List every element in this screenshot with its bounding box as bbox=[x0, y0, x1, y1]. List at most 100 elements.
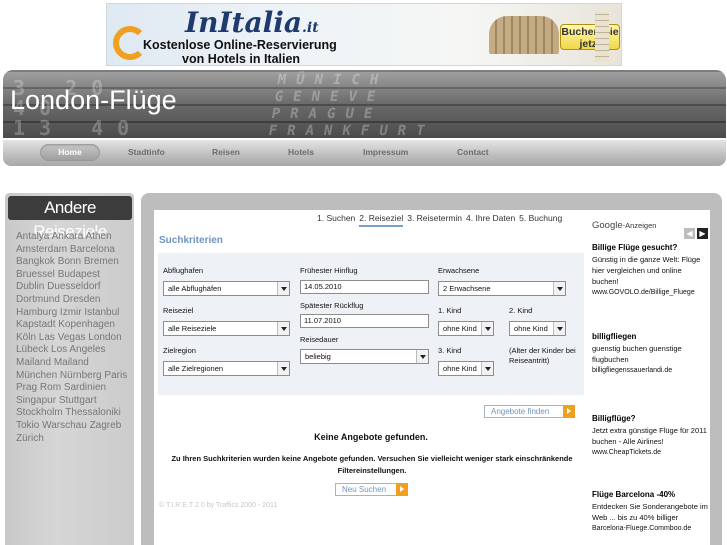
zielregion-select[interactable]: alle Zielregionen bbox=[163, 361, 290, 376]
ads-pager: ◀ ▶ bbox=[682, 221, 708, 240]
angebote-finden-button[interactable]: Angebote finden bbox=[484, 405, 575, 418]
kind1-label: 1. Kind bbox=[438, 306, 462, 315]
link-sardinien[interactable]: Sardinien bbox=[64, 382, 106, 393]
google-ads-column: Google-Anzeigen ◀ ▶ Billige Flüge gesucht… bbox=[588, 210, 710, 545]
link-zagreb[interactable]: Zagreb bbox=[90, 420, 122, 431]
link-athen[interactable]: Athen bbox=[86, 231, 112, 242]
link-amsterdam[interactable]: Amsterdam bbox=[16, 244, 67, 255]
link-thessaloniki[interactable]: Thessaloniki bbox=[65, 407, 121, 418]
step-reiseziel[interactable]: 2. Reiseziel bbox=[359, 213, 404, 227]
kind2-select[interactable]: ohne Kind bbox=[509, 321, 566, 336]
link-antalya[interactable]: Antalya bbox=[16, 231, 49, 242]
link-las-vegas[interactable]: Las Vegas bbox=[39, 332, 86, 343]
link-kopenhagen[interactable]: Kopenhagen bbox=[58, 319, 115, 330]
site-title: London-Flüge bbox=[10, 85, 177, 115]
link-duesseldorf[interactable]: Duesseldorf bbox=[47, 281, 100, 292]
link-zuerich[interactable]: Zürich bbox=[16, 433, 44, 444]
next-arrow-icon[interactable]: ▶ bbox=[697, 228, 708, 239]
banner-book-button[interactable]: Buchen Sie jetzt bbox=[560, 24, 620, 50]
link-mailand[interactable]: Mailand bbox=[16, 357, 51, 368]
neu-suchen-button[interactable]: Neu Suchen bbox=[335, 483, 408, 496]
ad-title[interactable]: Flüge Barcelona -40% bbox=[592, 490, 708, 499]
ad-text: Jetzt extra günstige Flüge für 2011 buch… bbox=[592, 426, 707, 446]
sidebar: Andere Reiseziele Antalya Ankara Athen A… bbox=[5, 193, 134, 545]
erwachsene-label: Erwachsene bbox=[438, 266, 480, 275]
link-izmir[interactable]: Izmir bbox=[60, 307, 82, 318]
ad-item[interactable]: billigfliegen guenstig buchen guenstige … bbox=[592, 332, 708, 376]
ad-title[interactable]: Billigflüge? bbox=[592, 414, 708, 423]
hinflug-date-field[interactable]: 14.05.2010 bbox=[300, 280, 429, 294]
reiseziel-label: Reiseziel bbox=[163, 306, 194, 315]
reiseziel-select[interactable]: alle Reiseziele bbox=[163, 321, 290, 336]
link-koeln[interactable]: Köln bbox=[16, 332, 36, 343]
link-bruessel[interactable]: Bruessel bbox=[16, 269, 55, 280]
chevron-down-icon bbox=[553, 282, 565, 295]
arrow-icon bbox=[113, 26, 147, 60]
rueckflug-date-field[interactable]: 11.07.2010 bbox=[300, 314, 429, 328]
link-warschau[interactable]: Warschau bbox=[42, 420, 87, 431]
zielregion-label: Zielregion bbox=[163, 346, 196, 355]
hinflug-label: Frühester Hinflug bbox=[300, 266, 358, 275]
step-suchen[interactable]: 1. Suchen bbox=[317, 213, 355, 225]
link-stuttgart[interactable]: Stuttgart bbox=[59, 395, 97, 406]
chevron-down-icon bbox=[277, 282, 289, 295]
link-mailand-2[interactable]: Mailand bbox=[54, 357, 89, 368]
erwachsene-select[interactable]: 2 Erwachsene bbox=[438, 281, 566, 296]
link-dresden[interactable]: Dresden bbox=[63, 294, 101, 305]
main-frame: 1. Suchen 2. Reiseziel 3. Reisetermin 4. Ih… bbox=[141, 193, 722, 545]
ad-item[interactable]: Billige Flüge gesucht? Günstig in die ga… bbox=[592, 243, 708, 298]
link-los-angeles[interactable]: Los Angeles bbox=[51, 344, 106, 355]
ad-text: Günstig in die ganze Welt: Flüge hier ve… bbox=[592, 255, 701, 286]
link-bonn[interactable]: Bonn bbox=[58, 256, 81, 267]
reisedauer-select[interactable]: beliebig bbox=[300, 349, 429, 364]
link-muenchen[interactable]: München bbox=[16, 370, 57, 381]
search-criteria-title: Suchkriterien bbox=[159, 235, 223, 246]
nav-reisen[interactable]: Reisen bbox=[212, 147, 240, 157]
kind3-label: 3. Kind bbox=[438, 346, 462, 355]
step-buchung[interactable]: 5. Buchung bbox=[519, 213, 562, 225]
link-tokio[interactable]: Tokio bbox=[16, 420, 39, 431]
link-kapstadt[interactable]: Kapstadt bbox=[16, 319, 55, 330]
nav-impressum[interactable]: Impressum bbox=[363, 147, 408, 157]
link-singapur[interactable]: Singapur bbox=[16, 395, 56, 406]
ad-title[interactable]: Billige Flüge gesucht? bbox=[592, 243, 708, 252]
kind1-select[interactable]: ohne Kind bbox=[438, 321, 494, 336]
link-prag[interactable]: Prag bbox=[16, 382, 37, 393]
no-results-hint: Zu Ihren Suchkriterien wurden keine Ange… bbox=[171, 454, 573, 475]
link-ankara[interactable]: Ankara bbox=[52, 231, 84, 242]
prev-arrow-icon[interactable]: ◀ bbox=[684, 228, 695, 239]
italy-hotels-banner-ad[interactable]: InItalia.it Kostenlose Online-Reservieru… bbox=[106, 3, 622, 66]
link-dublin[interactable]: Dublin bbox=[16, 281, 44, 292]
chevron-down-icon bbox=[277, 362, 289, 375]
no-results-heading: Keine Angebote gefunden. bbox=[314, 432, 428, 442]
step-ihre-daten[interactable]: 4. Ihre Daten bbox=[466, 213, 515, 225]
link-rom[interactable]: Rom bbox=[40, 382, 61, 393]
nav-stadtinfo[interactable]: Stadtinfo bbox=[128, 147, 165, 157]
link-bangkok[interactable]: Bangkok bbox=[16, 256, 55, 267]
link-hamburg[interactable]: Hamburg bbox=[16, 307, 57, 318]
nav-contact[interactable]: Contact bbox=[457, 147, 489, 157]
kind3-select[interactable]: ohne Kind bbox=[438, 361, 494, 376]
abflughafen-select[interactable]: alle Abflughäfen bbox=[163, 281, 290, 296]
rueckflug-label: Spätester Rückflug bbox=[300, 301, 364, 310]
ad-title[interactable]: billigfliegen bbox=[592, 332, 708, 341]
colosseum-image bbox=[489, 16, 559, 54]
arrow-right-icon bbox=[396, 483, 408, 496]
ad-item[interactable]: Flüge Barcelona -40% Entdecken Sie Sonde… bbox=[592, 490, 708, 534]
link-london[interactable]: London bbox=[88, 332, 121, 343]
link-luebeck[interactable]: Lübeck bbox=[16, 344, 48, 355]
ad-item[interactable]: Billigflüge? Jetzt extra günstige Flüge … bbox=[592, 414, 708, 458]
step-reisetermin[interactable]: 3. Reisetermin bbox=[407, 213, 462, 225]
link-budapest[interactable]: Budapest bbox=[58, 269, 100, 280]
link-stockholm[interactable]: Stockholm bbox=[16, 407, 63, 418]
link-barcelona[interactable]: Barcelona bbox=[70, 244, 115, 255]
ad-url: www.CheapTickets.de bbox=[592, 449, 661, 456]
link-paris[interactable]: Paris bbox=[104, 370, 127, 381]
link-istanbul[interactable]: Istanbul bbox=[84, 307, 119, 318]
link-bremen[interactable]: Bremen bbox=[84, 256, 119, 267]
link-nuernberg[interactable]: Nürnberg bbox=[60, 370, 102, 381]
link-dortmund[interactable]: Dortmund bbox=[16, 294, 60, 305]
nav-home[interactable]: Home bbox=[40, 144, 100, 161]
destination-links: Antalya Ankara Athen Amsterdam Barcelona… bbox=[16, 231, 130, 445]
nav-hotels[interactable]: Hotels bbox=[288, 147, 314, 157]
